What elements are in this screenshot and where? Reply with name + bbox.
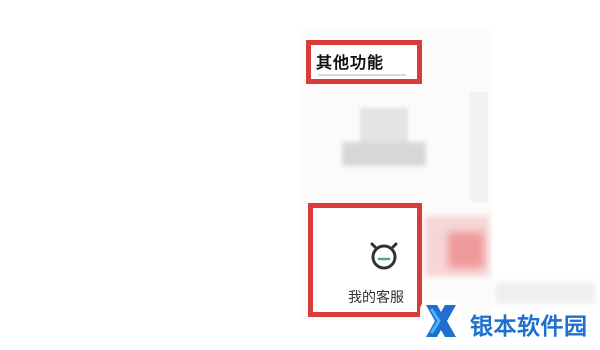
watermark-text: 银本软件园: [470, 314, 588, 340]
section-title: 其他功能: [316, 53, 385, 72]
title-underline: [318, 74, 406, 76]
customer-service-icon[interactable]: [367, 239, 401, 273]
blurred-gray-content: [495, 282, 595, 304]
my-customer-service-label[interactable]: 我的客服: [348, 287, 404, 307]
blurred-red-content: [448, 232, 484, 268]
watermark-logo-icon: [420, 300, 462, 342]
blurred-content-edge: [470, 92, 488, 202]
blurred-feature-icon-top: [360, 108, 408, 146]
blurred-feature-icon-base: [342, 142, 426, 166]
